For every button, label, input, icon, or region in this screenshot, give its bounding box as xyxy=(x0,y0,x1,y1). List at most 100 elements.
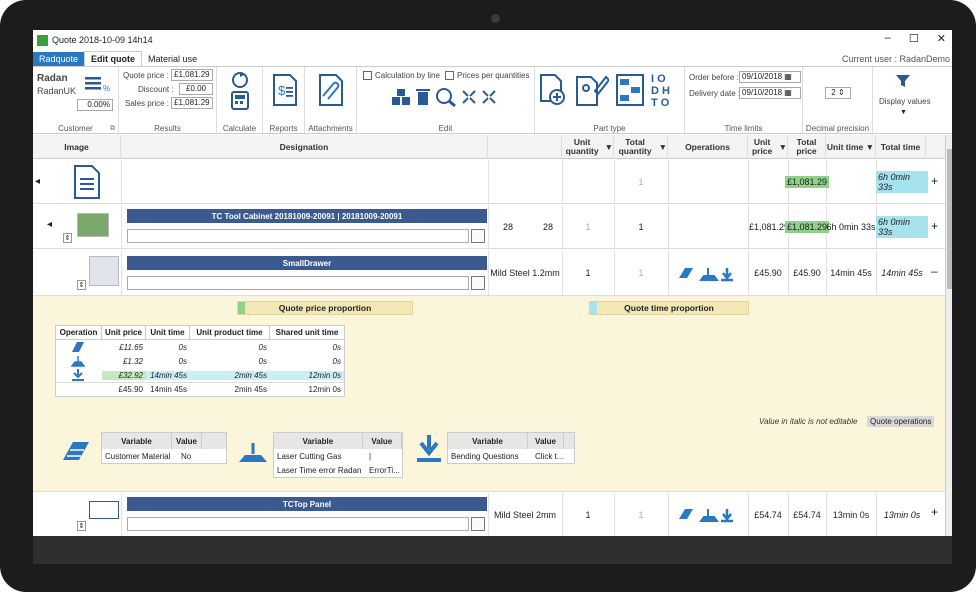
assembly-icon[interactable] xyxy=(615,73,645,107)
row-action-button[interactable]: + xyxy=(931,219,938,233)
col-total-time[interactable]: Total time xyxy=(876,135,926,159)
discount-field[interactable]: £0.00 xyxy=(179,83,213,95)
edit-text-icon[interactable] xyxy=(471,276,485,290)
results-group-label: Results xyxy=(154,124,181,133)
attachment-icon[interactable] xyxy=(318,73,346,107)
op-row-material[interactable]: £11.65 0s 0s 0s xyxy=(56,340,344,354)
col-unit-time[interactable]: Unit time ▼ xyxy=(826,135,876,159)
col-total-qty[interactable]: Total quantity ▼ xyxy=(614,135,668,159)
variable-value[interactable]: | xyxy=(366,452,402,461)
op-row-laser[interactable]: £1.32 0s 0s 0s xyxy=(56,354,344,368)
edit-text-icon[interactable] xyxy=(471,229,485,243)
edit-part-icon[interactable] xyxy=(575,71,609,107)
calc-by-line-checkbox[interactable] xyxy=(363,71,372,80)
tab-edit-quote[interactable]: Edit quote xyxy=(84,51,143,66)
calendar-icon[interactable]: ▦ xyxy=(784,72,792,81)
calendar-icon[interactable]: ▦ xyxy=(784,88,792,97)
col-unit-price[interactable]: Unit price ▼ xyxy=(748,135,788,159)
expand-all-icon[interactable] xyxy=(481,89,497,105)
collapse-arrow-icon[interactable]: ◂ xyxy=(47,219,52,230)
stack-icon[interactable] xyxy=(391,87,411,107)
col-total-price[interactable]: Total price xyxy=(788,135,826,159)
sales-price-field[interactable]: £1,081.29 xyxy=(171,97,213,109)
row-action-button[interactable]: + xyxy=(931,505,938,519)
reports-group[interactable]: $ Reports xyxy=(263,67,305,135)
filter-icon[interactable]: ▼ xyxy=(605,142,613,152)
filter-icon[interactable]: ▼ xyxy=(866,142,874,152)
customer-percent[interactable]: 0.00% xyxy=(77,99,113,111)
prices-per-qty-checkbox[interactable] xyxy=(445,71,454,80)
part-notes-input[interactable] xyxy=(127,229,469,243)
search-icon[interactable] xyxy=(435,87,457,107)
stepper-icon[interactable]: ⇕ xyxy=(77,521,86,531)
italic-note: Value in italic is not editable xyxy=(759,417,858,426)
laser-icon xyxy=(239,443,267,462)
stepper-icon[interactable]: ⇕ xyxy=(77,280,86,290)
row-action-button[interactable]: – xyxy=(931,264,938,278)
table-row[interactable]: ⇕ SmallDrawer Mild Steel 1.2mm 1 1 £45.9… xyxy=(33,250,945,296)
calculate-group[interactable]: Calculate xyxy=(217,67,263,135)
row-action-button[interactable]: + xyxy=(931,174,938,188)
display-values-label[interactable]: Display values xyxy=(879,97,931,106)
col-designation[interactable]: Designation xyxy=(121,135,488,159)
tab-material-use[interactable]: Material use xyxy=(142,52,203,66)
tab-radquote[interactable]: Radquote xyxy=(33,52,85,66)
total-qty: 1 xyxy=(638,222,644,232)
part-notes-input[interactable] xyxy=(127,517,469,531)
value-header: Value xyxy=(528,433,564,449)
unit-qty[interactable]: 1 xyxy=(562,493,614,536)
filter-icon[interactable]: ▼ xyxy=(659,142,667,152)
order-before-field[interactable]: 09/10/2018 ▦ xyxy=(739,71,801,83)
maximize-button[interactable]: ☐ xyxy=(909,32,919,45)
delete-icon[interactable] xyxy=(415,87,431,107)
decimal-spinner[interactable]: 2 ⇕ xyxy=(825,87,851,99)
operation-icons[interactable] xyxy=(677,266,737,282)
discount-list-icon[interactable]: % xyxy=(85,75,113,93)
part-title-banner: SmallDrawer xyxy=(127,256,487,270)
reports-icon[interactable]: $ xyxy=(272,73,298,107)
collapse-icon[interactable] xyxy=(461,89,477,105)
delivery-label: Delivery date : xyxy=(689,89,741,98)
variable-value[interactable]: ErrorTi... xyxy=(366,466,402,475)
chevron-down-icon[interactable]: ▼ xyxy=(900,109,907,116)
delivery-field[interactable]: 09/10/2018 ▦ xyxy=(739,87,801,99)
customer-group: Radan RadanUK % 0.00% Customer ⧉ xyxy=(33,67,119,135)
time-limits-label: Time limits xyxy=(724,124,763,133)
scroll-thumb[interactable] xyxy=(947,149,952,289)
quote-price-field[interactable]: £1,081.29 xyxy=(171,69,213,81)
reports-label[interactable]: Reports xyxy=(263,124,304,133)
filter-icon[interactable] xyxy=(895,73,911,89)
display-values-group[interactable]: Display values ▼ xyxy=(873,67,933,135)
total-qty: 1 xyxy=(638,509,644,520)
operation-icons[interactable] xyxy=(677,507,737,523)
col-image[interactable]: Image xyxy=(33,135,121,159)
close-button[interactable]: ✕ xyxy=(937,32,946,45)
prices-per-qty-label: Prices per quantities xyxy=(457,71,530,80)
table-row[interactable]: ◂ 1 £1,081.29 6h 0min 33s + xyxy=(33,160,945,204)
hot-material-icon[interactable]: I O D H T O xyxy=(651,71,681,109)
calculate-icon[interactable] xyxy=(229,71,251,111)
op-row-bending[interactable]: £32.92 14min 45s 2min 45s 12min 0s xyxy=(56,368,344,382)
part-notes-input[interactable] xyxy=(127,276,469,290)
stepper-icon[interactable]: ⇕ xyxy=(63,233,72,243)
quote-operations-button[interactable]: Quote operations xyxy=(867,416,935,427)
unit-qty[interactable]: 1 xyxy=(562,250,614,296)
attachments-label[interactable]: Attachments xyxy=(305,124,356,133)
col-unit-qty[interactable]: Unit quantity ▼ xyxy=(562,135,614,159)
variable-value[interactable]: Click t... xyxy=(532,452,574,461)
table-row[interactable]: ◂ ⇕ TC Tool Cabinet 20181009-20091 | 201… xyxy=(33,205,945,249)
collapse-arrow-icon[interactable]: ◂ xyxy=(35,176,40,187)
variable-value[interactable]: No xyxy=(178,452,218,461)
add-part-icon[interactable] xyxy=(539,73,567,107)
edit-text-icon[interactable] xyxy=(471,517,485,531)
expand-icon[interactable]: ⧉ xyxy=(110,125,115,133)
minimize-button[interactable]: – xyxy=(885,32,891,45)
col-operations[interactable]: Operations xyxy=(668,135,748,159)
attachments-group[interactable]: Attachments xyxy=(305,67,357,135)
vertical-scrollbar[interactable] xyxy=(945,135,952,536)
quote-price-label: Quote price : xyxy=(123,71,169,80)
app-logo-icon xyxy=(37,34,48,46)
table-row[interactable]: ⇕ TCTop Panel Mild Steel 2mm 1 1 £54.74 … xyxy=(33,493,945,536)
calculate-label[interactable]: Calculate xyxy=(217,124,262,133)
filter-icon[interactable]: ▼ xyxy=(779,142,787,152)
